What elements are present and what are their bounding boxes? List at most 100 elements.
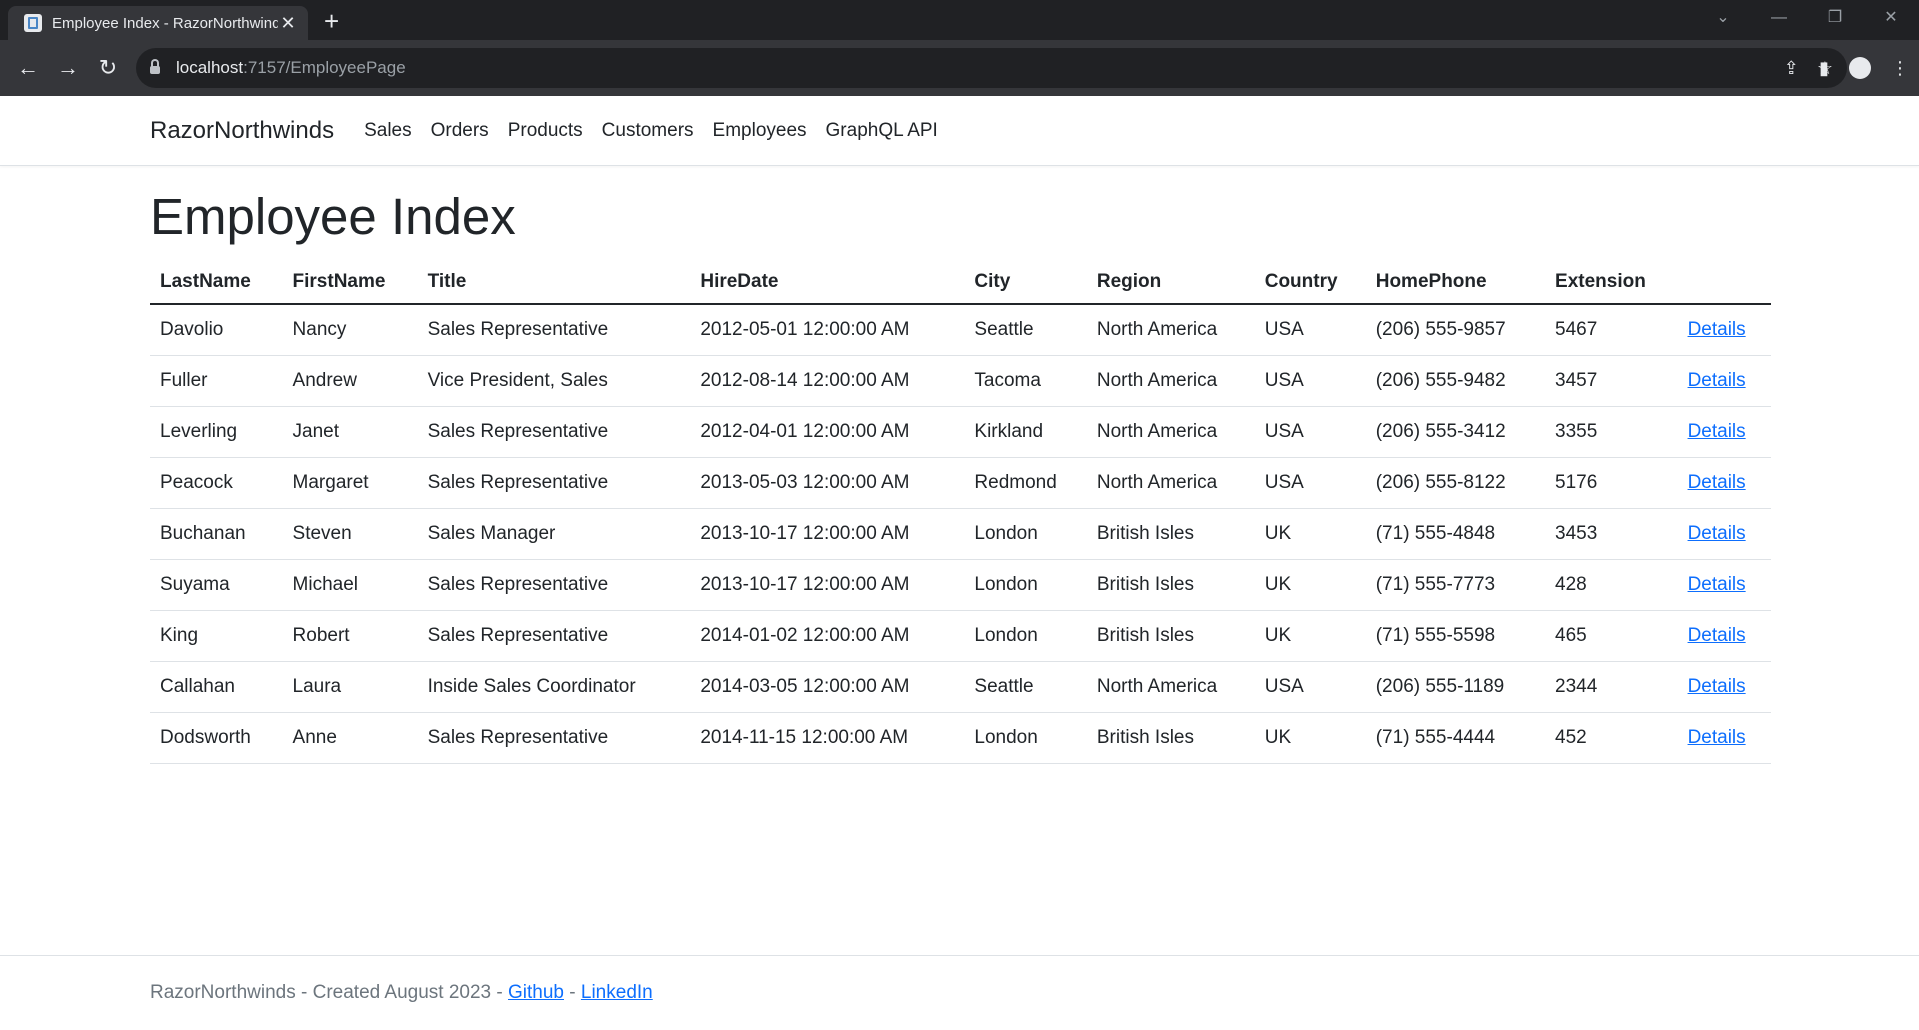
nav-link-graphql-api[interactable]: GraphQL API [826,120,938,142]
footer-separator: - [569,982,576,1003]
cell-region: British Isles [1086,559,1255,612]
column-header: FirstName [282,261,418,306]
cell-title: Vice President, Sales [417,355,691,408]
cell-last-name: Dodsworth [150,712,283,765]
cell-first-name: Janet [282,406,418,459]
url-host: localhost [176,58,244,77]
browser-tab[interactable]: Employee Index - RazorNorthwinds ✕ [8,6,308,40]
cell-city: Kirkland [964,406,1087,459]
details-link[interactable]: Details [1688,370,1746,391]
close-tab-icon[interactable]: ✕ [278,13,298,34]
new-tab-icon[interactable]: + [324,6,339,36]
linkedin-link[interactable]: LinkedIn [581,982,653,1003]
table-row: Davolio Nancy Sales Representative 2012-05-… [150,304,1771,357]
cell-title: Sales Representative [417,610,691,663]
cell-hire-date: 2012-05-01 12:00:00 AM [690,304,965,357]
cell-last-name: Peacock [150,457,283,510]
cell-actions: Details [1677,661,1771,714]
cell-hire-date: 2013-10-17 12:00:00 AM [690,559,965,612]
cell-title: Sales Manager [417,508,691,561]
nav-link-orders[interactable]: Orders [431,120,489,142]
table-row: Suyama Michael Sales Representative 2013-10… [150,559,1771,612]
cell-last-name: Davolio [150,304,283,357]
cell-hire-date: 2013-05-03 12:00:00 AM [690,457,965,510]
github-link[interactable]: Github [508,982,564,1003]
restore-icon[interactable]: ❐ [1807,0,1863,40]
cell-title: Sales Representative [417,559,691,612]
cell-city: London [964,712,1087,765]
footer-text: RazorNorthwinds - Created August 2023 - [150,982,503,1003]
forward-icon[interactable]: → [48,55,88,81]
cell-home-phone: (71) 555-7773 [1365,559,1546,612]
cell-home-phone: (71) 555-4848 [1365,508,1546,561]
window-controls: ⌄ — ❐ ✕ [1695,0,1919,40]
cell-actions: Details [1677,406,1771,459]
details-link[interactable]: Details [1688,574,1746,595]
tab-search-icon[interactable]: ⌄ [1695,0,1751,40]
back-icon[interactable]: ← [8,55,48,81]
cell-actions: Details [1677,304,1771,357]
cell-first-name: Michael [282,559,418,612]
tab-title: Employee Index - RazorNorthwinds [52,14,278,32]
nav-link-employees[interactable]: Employees [713,120,807,142]
address-bar[interactable]: localhost:7157/EmployeePage ⇪ ☆ [136,48,1847,88]
cell-extension: 3457 [1545,355,1678,408]
table-row: Buchanan Steven Sales Manager 2013-10-17 12… [150,508,1771,561]
profile-avatar-icon[interactable] [1849,57,1871,79]
cell-region: North America [1086,457,1255,510]
browser-tabstrip: Employee Index - RazorNorthwinds ✕ + ⌄ —… [0,0,1919,40]
column-header: HomePhone [1365,261,1546,306]
details-link[interactable]: Details [1688,319,1746,340]
cell-hire-date: 2012-04-01 12:00:00 AM [690,406,965,459]
nav-link-products[interactable]: Products [508,120,583,142]
cell-home-phone: (206) 555-9857 [1365,304,1546,357]
nav-link-sales[interactable]: Sales [364,120,412,142]
reload-icon[interactable]: ↻ [88,55,128,81]
brand-link[interactable]: RazorNorthwinds [150,117,334,145]
cell-region: North America [1086,661,1255,714]
cell-title: Sales Representative [417,457,691,510]
details-link[interactable]: Details [1688,523,1746,544]
cell-first-name: Steven [282,508,418,561]
details-link[interactable]: Details [1688,727,1746,748]
url-text: localhost:7157/EmployeePage [176,58,406,78]
details-link[interactable]: Details [1688,421,1746,442]
cell-country: UK [1254,508,1366,561]
cell-hire-date: 2014-03-05 12:00:00 AM [690,661,965,714]
cell-last-name: Suyama [150,559,283,612]
cell-extension: 465 [1545,610,1678,663]
side-panel-icon[interactable]: ▮ [1819,58,1829,79]
browser-toolbar: ← → ↻ localhost:7157/EmployeePage ⇪ ☆ ▮ … [0,40,1919,96]
nav-link-customers[interactable]: Customers [602,120,694,142]
site-navbar: RazorNorthwinds Sales Orders Products Cu… [0,96,1919,166]
menu-kebab-icon[interactable]: ⋮ [1891,58,1909,79]
lock-icon[interactable] [150,59,160,74]
column-header: City [964,261,1087,306]
cell-actions: Details [1677,712,1771,765]
share-icon[interactable]: ⇪ [1784,58,1799,79]
close-window-icon[interactable]: ✕ [1863,0,1919,40]
cell-home-phone: (206) 555-9482 [1365,355,1546,408]
column-header: Country [1254,261,1366,306]
cell-first-name: Anne [282,712,418,765]
minimize-icon[interactable]: — [1751,0,1807,40]
cell-country: USA [1254,661,1366,714]
details-link[interactable]: Details [1688,472,1746,493]
cell-hire-date: 2014-01-02 12:00:00 AM [690,610,965,663]
cell-home-phone: (206) 555-8122 [1365,457,1546,510]
cell-first-name: Nancy [282,304,418,357]
details-link[interactable]: Details [1688,676,1746,697]
details-link[interactable]: Details [1688,625,1746,646]
cell-extension: 5176 [1545,457,1678,510]
column-header: Region [1086,261,1255,306]
cell-home-phone: (206) 555-3412 [1365,406,1546,459]
table-row: Peacock Margaret Sales Representative 2013-… [150,457,1771,510]
cell-title: Inside Sales Coordinator [417,661,691,714]
cell-country: USA [1254,457,1366,510]
cell-title: Sales Representative [417,406,691,459]
cell-city: London [964,610,1087,663]
cell-city: Seattle [964,304,1087,357]
cell-last-name: Callahan [150,661,283,714]
column-header: LastName [150,261,283,306]
cell-country: USA [1254,304,1366,357]
